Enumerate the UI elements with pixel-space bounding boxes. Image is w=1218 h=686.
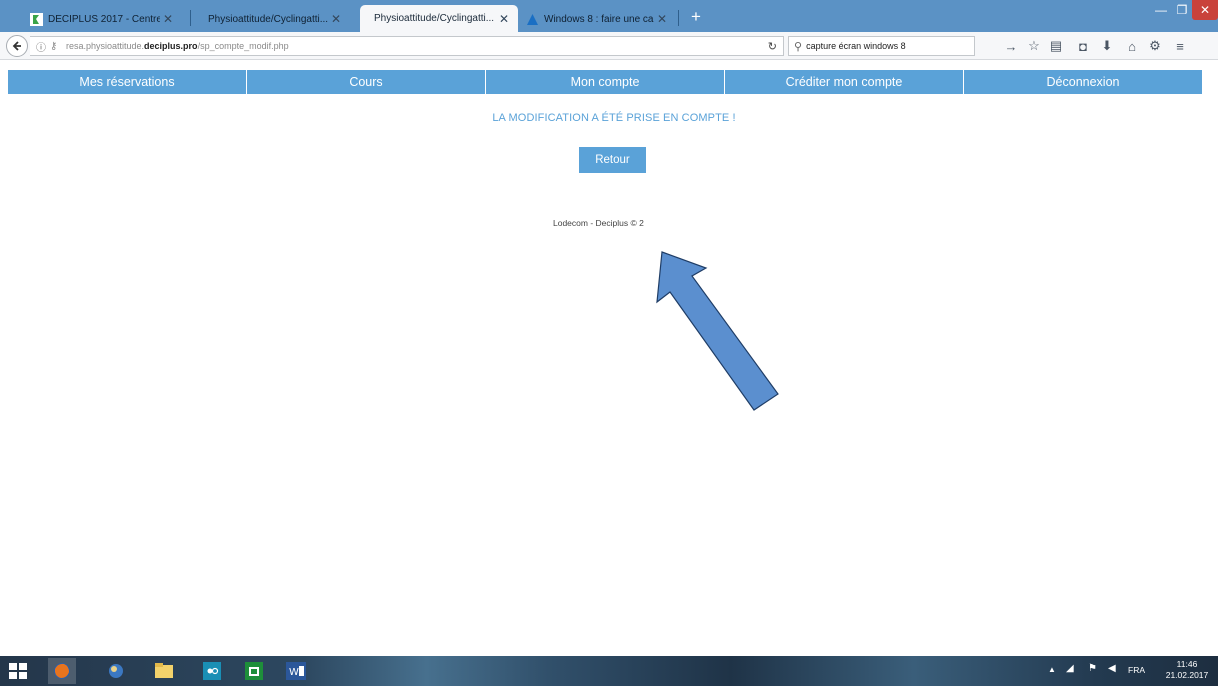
tab-close-icon[interactable]: ✕ <box>328 12 344 26</box>
maximize-icon[interactable]: ❐ <box>1172 0 1192 20</box>
address-bar[interactable]: ⓘ ⚷ resa.physioattitude.deciplus.pro/sp_… <box>30 36 784 56</box>
windows8-favicon-icon <box>526 13 539 26</box>
network-signal-icon[interactable]: ◢ <box>1066 663 1074 674</box>
back-button[interactable] <box>6 35 28 57</box>
screen: DECIPLUS 2017 - Centre P... ✕ Physioatti… <box>0 0 1218 686</box>
page-content: Mes réservations Cours Mon compte Crédit… <box>0 61 1218 656</box>
windows-taskbar: W ▲ ◢ ⚑ ◀ FRA 11:46 21.02.2017 <box>0 656 1218 686</box>
forward-search-icon[interactable]: → <box>1003 38 1019 54</box>
menu-cours[interactable]: Cours <box>247 70 486 94</box>
tab-windows8[interactable]: Windows 8 : faire une cap... ✕ <box>518 6 676 32</box>
action-center-flag-icon[interactable]: ⚑ <box>1088 663 1097 674</box>
confirmation-message: LA MODIFICATION A ÉTÉ PRISE EN COMPTE ! <box>492 112 736 124</box>
tab-physioattitude-2[interactable]: Physioattitude/Cyclingatti... ✕ <box>360 5 518 32</box>
pocket-icon[interactable]: ◘ <box>1075 38 1091 54</box>
reload-icon[interactable]: ↻ <box>768 40 777 53</box>
tab-close-icon[interactable]: ✕ <box>496 12 512 26</box>
windows-start-icon[interactable] <box>4 658 32 684</box>
reading-list-icon[interactable]: ▤ <box>1048 38 1064 54</box>
key-icon[interactable]: ⚷ <box>50 41 62 52</box>
store-taskbar-icon[interactable] <box>240 658 268 684</box>
clock-date: 21.02.2017 <box>1165 670 1209 680</box>
new-tab-button[interactable]: + <box>686 8 706 26</box>
back-arrow-icon <box>12 41 21 51</box>
tray-expand-icon[interactable]: ▲ <box>1048 665 1056 674</box>
svg-text:W: W <box>289 667 299 678</box>
url-text: resa.physioattitude.deciplus.pro/sp_comp… <box>66 41 289 51</box>
home-icon[interactable]: ⌂ <box>1124 38 1140 54</box>
search-input[interactable]: capture écran windows 8 <box>806 41 906 51</box>
tab-divider <box>678 10 679 26</box>
window-close-icon[interactable]: ✕ <box>1192 0 1218 20</box>
network-users-taskbar-icon[interactable] <box>102 658 130 684</box>
download-icon[interactable]: ⬇ <box>1099 38 1115 54</box>
bookmark-star-icon[interactable]: ☆ <box>1026 38 1042 54</box>
site-menu: Mes réservations Cours Mon compte Crédit… <box>8 70 1202 94</box>
file-explorer-taskbar-icon[interactable] <box>150 658 178 684</box>
tab-divider <box>190 10 191 26</box>
search-bar[interactable]: ⚲ capture écran windows 8 <box>788 36 975 56</box>
app-taskbar-icon[interactable] <box>198 658 226 684</box>
footer-text: Lodecom - Deciplus © 2 <box>553 218 644 228</box>
menu-icon[interactable]: ≡ <box>1172 38 1188 54</box>
annotation-arrow-icon <box>656 251 779 411</box>
menu-mes-reservations[interactable]: Mes réservations <box>8 70 247 94</box>
info-icon[interactable]: ⓘ <box>36 39 48 54</box>
tab-close-icon[interactable]: ✕ <box>654 12 670 26</box>
word-taskbar-icon[interactable]: W <box>282 658 310 684</box>
menu-deconnexion[interactable]: Déconnexion <box>964 70 1202 94</box>
search-icon: ⚲ <box>794 40 803 53</box>
deciplus-favicon-icon <box>30 12 43 26</box>
browser-tab-strip: DECIPLUS 2017 - Centre P... ✕ Physioatti… <box>0 0 1218 32</box>
language-indicator[interactable]: FRA <box>1128 665 1145 675</box>
menu-mon-compte[interactable]: Mon compte <box>486 70 725 94</box>
extension-icon[interactable]: ⚙ <box>1147 38 1163 54</box>
menu-crediter-mon-compte[interactable]: Créditer mon compte <box>725 70 964 94</box>
firefox-taskbar-icon[interactable] <box>48 658 76 684</box>
tab-deciplus[interactable]: DECIPLUS 2017 - Centre P... ✕ <box>22 6 182 32</box>
tab-physioattitude-1[interactable]: Physioattitude/Cyclingatti... ✕ <box>200 6 350 32</box>
clock-time: 11:46 <box>1176 659 1198 669</box>
tab-close-icon[interactable]: ✕ <box>160 12 176 26</box>
clock[interactable]: 11:46 21.02.2017 <box>1160 659 1214 681</box>
browser-navigation-bar: ⓘ ⚷ resa.physioattitude.deciplus.pro/sp_… <box>0 32 1218 60</box>
minimize-icon[interactable]: — <box>1150 0 1172 20</box>
volume-icon[interactable]: ◀ <box>1108 663 1116 674</box>
retour-button[interactable]: Retour <box>579 147 646 173</box>
